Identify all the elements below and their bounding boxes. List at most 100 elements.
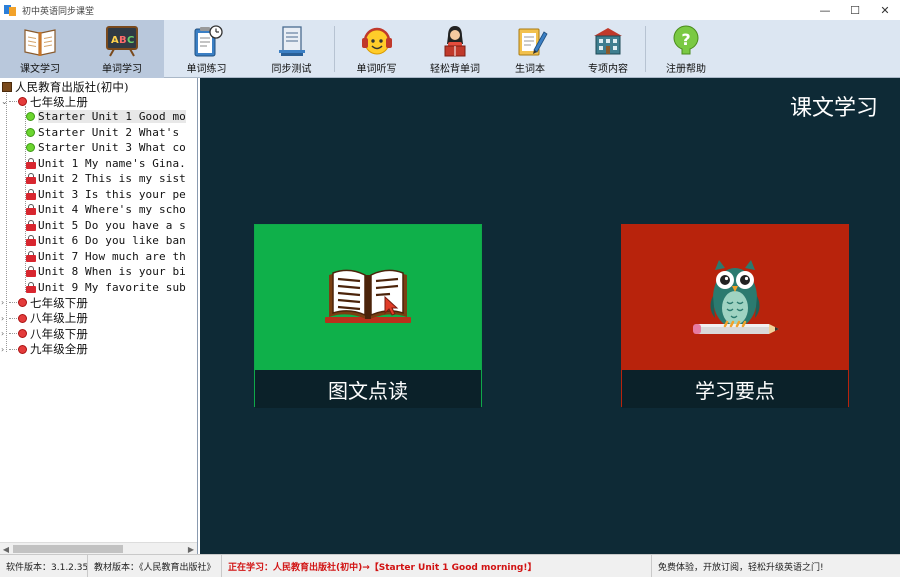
collapse-icon[interactable]: ⌄ [1, 97, 9, 106]
headphones-smiley-icon [359, 23, 395, 59]
school-building-icon [590, 23, 626, 59]
svg-text:A: A [111, 35, 119, 46]
tree-root[interactable]: 人民教育出版社(初中) [2, 79, 129, 95]
toolbar-easy-memorize[interactable]: 轻松背单词 [419, 20, 491, 78]
tree-unit-item[interactable]: Unit 9 My favorite sub [26, 280, 186, 296]
card-illustration [622, 225, 848, 370]
lock-icon [26, 157, 36, 169]
tree-unit-item[interactable]: Unit 6 Do you like ban [26, 233, 186, 249]
svg-text:C: C [127, 35, 134, 46]
grade-dot-icon [18, 313, 27, 323]
book-icon [2, 81, 12, 92]
abc-board-icon: A B C [104, 23, 140, 59]
card-illustration [255, 225, 481, 370]
notebook-pen-icon [512, 23, 548, 59]
promo-text: 免费体验，开放订阅，轻松升级英语之门! [658, 562, 824, 573]
unlocked-dot-icon [26, 112, 35, 122]
expand-icon[interactable]: › [1, 345, 9, 354]
tree-horizontal-scrollbar[interactable]: ◀ ▶ [0, 542, 197, 554]
minimize-button[interactable]: — [810, 0, 840, 20]
tree-unit-item[interactable]: Unit 5 Do you have a s [26, 218, 186, 234]
scroll-right-icon[interactable]: ▶ [185, 543, 197, 554]
tree-grade-collapsed[interactable]: › 九年级全册 [1, 342, 88, 358]
toolbar-label: 单词学习 [102, 64, 142, 75]
toolbar-sync-test[interactable]: 同步测试 [249, 20, 334, 78]
scroll-thumb[interactable] [13, 545, 123, 553]
tree-unit-item[interactable]: Unit 7 How much are th [26, 249, 186, 265]
grade-dot-icon [18, 97, 27, 107]
textbook-edition: 教材版本：《人民教育出版社》 [88, 554, 222, 577]
toolbar-label: 注册帮助 [666, 64, 706, 75]
status-bar: 软件版本：3.1.2.35 教材版本：《人民教育出版社》 正在学习：人民教育出版… [0, 554, 900, 577]
close-button[interactable]: ✕ [870, 0, 900, 20]
textbook-tree-panel: 人民教育出版社(初中) ⌄ 七年级上册 Starter Unit 1 Good … [0, 78, 198, 554]
toolbar-label: 生词本 [515, 64, 545, 75]
toolbar-dictation[interactable]: 单词听写 [334, 20, 419, 78]
lock-icon [26, 188, 36, 200]
toolbar-word-practice[interactable]: 单词练习 [164, 20, 249, 78]
lock-icon [26, 266, 36, 278]
picture-reading-card[interactable]: 图文点读 [254, 224, 482, 408]
key-points-card[interactable]: 学习要点 [621, 224, 849, 408]
toolbar-label: 专项内容 [588, 64, 628, 75]
toolbar-separator [334, 26, 335, 72]
toolbar-text-study[interactable]: 课文学习 [0, 20, 80, 78]
expand-icon[interactable]: › [1, 314, 9, 323]
unlocked-dot-icon [26, 143, 35, 153]
toolbar-special-content[interactable]: 专项内容 [569, 20, 647, 78]
tree-unit-item[interactable]: Starter Unit 1 Good mo [26, 109, 186, 125]
unlocked-dot-icon [26, 127, 35, 137]
toolbar-word-study[interactable]: A B C 单词学习 [80, 20, 164, 78]
main-content-panel: 课文学习 图文点读 学习要点 [200, 78, 900, 554]
clipboard-clock-icon [189, 23, 225, 59]
window-controls: — ☐ ✕ [810, 0, 900, 20]
tree-grade-collapsed[interactable]: › 八年级下册 [1, 326, 88, 342]
tree-grade-collapsed[interactable]: › 八年级上册 [1, 311, 88, 327]
current-lesson: 正在学习：人民教育出版社(初中)→【Starter Unit 1 Good mo… [222, 554, 652, 577]
svg-text:?: ? [681, 30, 690, 49]
toolbar-register-help[interactable]: ? 注册帮助 [647, 20, 725, 78]
help-question-icon: ? [668, 23, 704, 59]
expand-icon[interactable]: › [1, 298, 9, 307]
grade-dot-icon [18, 298, 27, 308]
tree-unit-item[interactable]: Unit 4 Where's my scho [26, 202, 186, 218]
toolbar-vocab-book[interactable]: 生词本 [491, 20, 569, 78]
title-bar: 初中英语同步课堂 — ☐ ✕ [0, 0, 900, 20]
tree-grade-open[interactable]: ⌄ 七年级上册 [1, 94, 88, 110]
tree-unit-item[interactable]: Starter Unit 3 What co [26, 140, 186, 156]
tree-unit-item[interactable]: Unit 2 This is my sist [26, 171, 186, 187]
lock-icon [26, 235, 36, 247]
main-toolbar: 课文学习 A B C 单词学习 单词练习 同步测试 单词听写 轻松背单词 生词本… [0, 20, 900, 78]
toolbar-label: 单词练习 [186, 64, 227, 75]
toolbar-label: 课文学习 [20, 64, 60, 75]
grade-dot-icon [18, 329, 27, 339]
card-label: 学习要点 [622, 370, 848, 408]
tree-unit-item[interactable]: Starter Unit 2 What's [26, 125, 179, 141]
expand-icon[interactable]: › [1, 329, 9, 338]
textbook-icon [22, 23, 58, 59]
card-label: 图文点读 [255, 370, 481, 408]
toolbar-label: 单词听写 [356, 64, 397, 75]
lock-icon [26, 281, 36, 293]
tree-grade-collapsed[interactable]: › 七年级下册 [1, 295, 88, 311]
lock-icon [26, 250, 36, 262]
owl-pencil-icon [693, 259, 779, 334]
open-book-cursor-icon [325, 269, 411, 323]
toolbar-label: 轻松背单词 [430, 64, 480, 75]
software-version: 软件版本：3.1.2.35 [0, 554, 88, 577]
scroll-left-icon[interactable]: ◀ [0, 543, 12, 554]
svg-text:B: B [119, 35, 127, 46]
lock-icon [26, 173, 36, 185]
maximize-button[interactable]: ☐ [840, 0, 870, 20]
tree-unit-item[interactable]: Unit 1 My name's Gina. [26, 156, 186, 172]
toolbar-separator [645, 26, 646, 72]
girl-reading-icon [437, 23, 473, 59]
tree-unit-item[interactable]: Unit 3 Is this your pe [26, 187, 186, 203]
app-logo-icon [4, 4, 16, 16]
book-stack-icon [274, 23, 310, 59]
lock-icon [26, 204, 36, 216]
page-title: 课文学习 [789, 96, 878, 121]
tree-unit-item[interactable]: Unit 8 When is your bi [26, 264, 186, 280]
textbook-tree: 人民教育出版社(初中) ⌄ 七年级上册 Starter Unit 1 Good … [0, 78, 197, 542]
app-window: 初中英语同步课堂 — ☐ ✕ 课文学习 A B C 单词学习 单词练习 同步测试… [0, 0, 900, 577]
